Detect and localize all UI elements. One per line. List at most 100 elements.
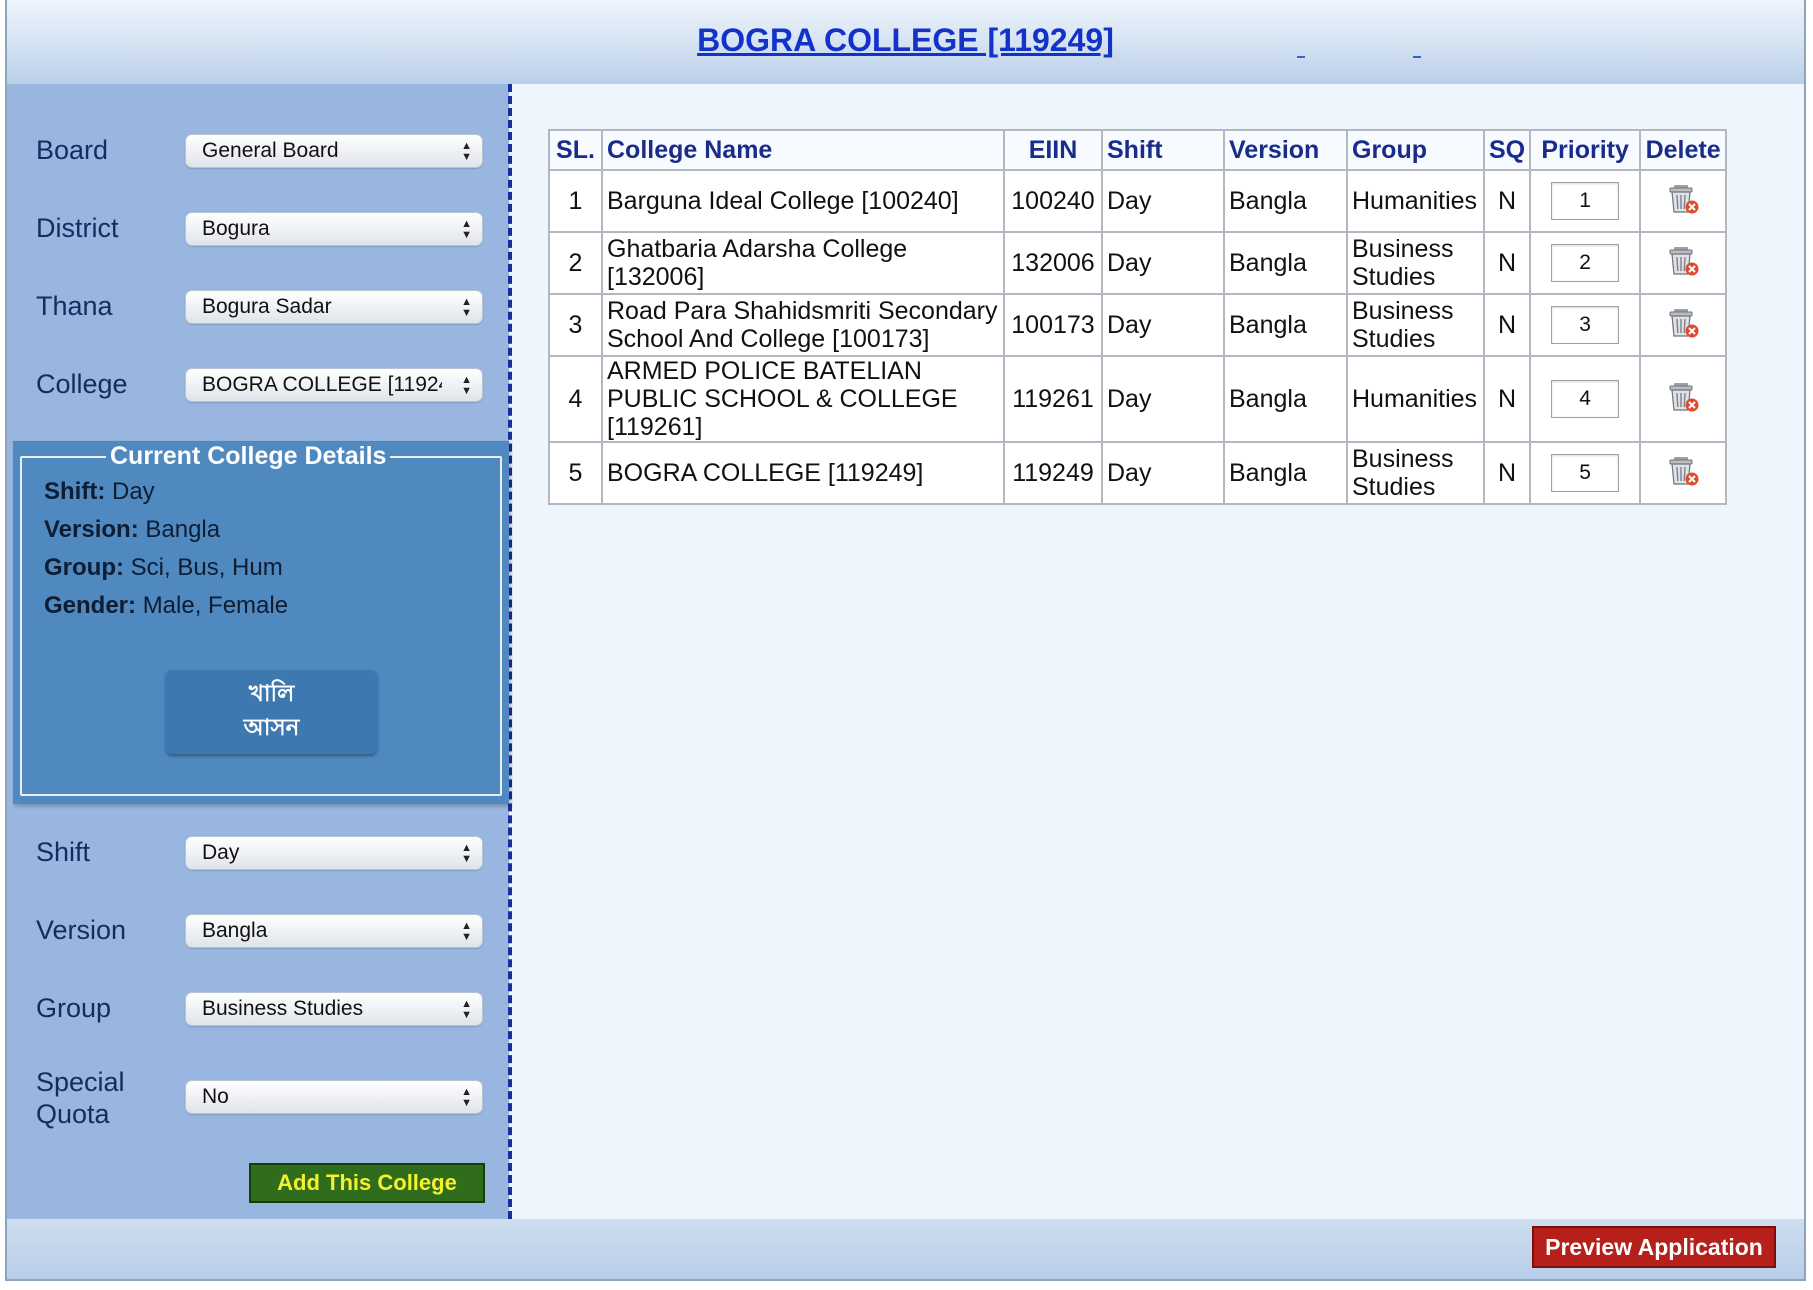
priority-input[interactable]: 3: [1551, 306, 1620, 344]
header-version: Version: [1223, 129, 1348, 171]
board-select-value: General Board: [202, 139, 339, 162]
shift-select[interactable]: Day ▲ ▼: [185, 836, 483, 870]
header-eiin: EIIN: [1003, 129, 1103, 171]
cell-version: Bangla: [1223, 355, 1348, 443]
cell-version: Bangla: [1223, 231, 1348, 295]
special-quota-label-line1: Special: [36, 1067, 125, 1097]
cell-sl: 5: [548, 441, 603, 505]
cell-group: Business Studies: [1346, 441, 1485, 505]
details-fieldset: Current College Details Shift: Day Versi…: [20, 442, 502, 796]
trash-icon[interactable]: [1665, 304, 1701, 340]
special-quota-select[interactable]: No ▲ ▼: [185, 1080, 483, 1114]
version-select-value: Bangla: [202, 919, 268, 942]
page-title[interactable]: BOGRA COLLEGE [119249]: [7, 22, 1804, 59]
priority-input[interactable]: 5: [1551, 454, 1620, 492]
group-label: Group: [36, 993, 112, 1023]
header-group: Group: [1346, 129, 1485, 171]
cell-college-name: BOGRA COLLEGE [119249]: [601, 441, 1005, 505]
trash-icon[interactable]: [1665, 242, 1701, 278]
detail-group-value: Sci, Bus, Hum: [130, 554, 283, 581]
cell-shift: Day: [1101, 169, 1225, 233]
detail-gender-value: Male, Female: [142, 592, 289, 619]
preview-application-button[interactable]: Preview Application: [1532, 1226, 1776, 1268]
cell-delete: [1639, 231, 1728, 295]
cell-eiin: 100240: [1003, 169, 1103, 233]
cell-delete: [1639, 293, 1728, 357]
cell-shift: Day: [1101, 231, 1225, 295]
header-mini-link[interactable]: [1297, 56, 1305, 58]
trash-icon[interactable]: [1665, 452, 1701, 488]
cell-eiin: 100173: [1003, 293, 1103, 357]
header-sq: SQ: [1482, 129, 1532, 171]
cell-group: Humanities: [1346, 169, 1485, 233]
cell-version: Bangla: [1223, 293, 1348, 357]
board-label: Board: [36, 135, 109, 165]
footer-bar: Preview Application: [7, 1219, 1804, 1279]
detail-gender: Gender: Male, Female: [44, 592, 288, 620]
table-header-row: SL. College Name EIIN Shift Version Grou…: [548, 129, 1728, 171]
detail-version-value: Bangla: [145, 516, 221, 543]
cell-college-name: Ghatbaria Adarsha College [132006]: [601, 231, 1005, 295]
detail-version: Version: Bangla: [44, 516, 220, 544]
vacant-seats-line1: খালি: [248, 681, 295, 707]
college-select[interactable]: BOGRA COLLEGE [119249] ▲ ▼: [185, 368, 483, 402]
cell-priority: 4: [1529, 355, 1642, 443]
district-select-value: Bogura: [202, 217, 270, 240]
cell-sl: 2: [548, 231, 603, 295]
detail-group-label: Group:: [44, 554, 124, 581]
table-row: 3 Road Para Shahidsmriti Secondary School…: [548, 293, 1728, 357]
header-sl: SL.: [548, 129, 603, 171]
select-arrows-icon: ▲ ▼: [461, 1086, 472, 1109]
select-arrows-icon: ▲ ▼: [461, 998, 472, 1021]
cell-sl: 4: [548, 355, 603, 443]
special-quota-select-value: No: [202, 1085, 229, 1108]
priority-input[interactable]: 1: [1551, 182, 1620, 220]
cell-eiin: 119249: [1003, 441, 1103, 505]
cell-college-name: ARMED POLICE BATELIAN PUBLIC SCHOOL & CO…: [601, 355, 1005, 443]
choice-list-area: SL. College Name EIIN Shift Version Grou…: [513, 84, 1804, 1219]
priority-input[interactable]: 4: [1551, 380, 1620, 418]
version-select[interactable]: Bangla ▲ ▼: [185, 914, 483, 948]
table-row: 4 ARMED POLICE BATELIAN PUBLIC SCHOOL & C…: [548, 355, 1728, 443]
table-row: 5 BOGRA COLLEGE [119249] 119249 Day Bangla Bu…: [548, 441, 1728, 505]
cell-group: Business Studies: [1346, 293, 1485, 357]
cell-college-name: Barguna Ideal College [100240]: [601, 169, 1005, 233]
college-label: College: [36, 369, 128, 399]
special-quota-label-line2: Quota: [36, 1099, 110, 1129]
cell-group: Humanities: [1346, 355, 1485, 443]
group-select[interactable]: Business Studies ▲ ▼: [185, 992, 483, 1026]
thana-select[interactable]: Bogura Sadar ▲ ▼: [185, 290, 483, 324]
district-label: District: [36, 213, 119, 243]
header-mini-link[interactable]: [1413, 56, 1421, 58]
current-college-details-panel: Current College Details Shift: Day Versi…: [13, 441, 509, 804]
vacant-seats-line2: আসন: [243, 715, 300, 741]
cell-sl: 3: [548, 293, 603, 357]
select-arrows-icon: ▲ ▼: [461, 218, 472, 241]
select-arrows-icon: ▲ ▼: [461, 374, 472, 397]
group-select-value: Business Studies: [202, 997, 364, 1020]
add-college-button[interactable]: Add This College: [249, 1163, 485, 1203]
header-priority: Priority: [1529, 129, 1642, 171]
trash-icon[interactable]: [1665, 378, 1701, 414]
thana-label: Thana: [36, 291, 113, 321]
board-select[interactable]: General Board ▲ ▼: [185, 134, 483, 168]
cell-priority: 2: [1529, 231, 1642, 295]
select-arrows-icon: ▲ ▼: [461, 842, 472, 865]
vacant-seats-button[interactable]: খালি আসন: [166, 670, 377, 754]
cell-sq: N: [1482, 441, 1532, 505]
cell-sq: N: [1482, 355, 1532, 443]
district-select[interactable]: Bogura ▲ ▼: [185, 212, 483, 246]
detail-shift-label: Shift:: [44, 478, 106, 505]
cell-delete: [1639, 169, 1728, 233]
priority-input[interactable]: 2: [1551, 244, 1620, 282]
trash-icon[interactable]: [1665, 180, 1701, 216]
cell-delete: [1639, 355, 1728, 443]
cell-version: Bangla: [1223, 441, 1348, 505]
application-frame: BOGRA COLLEGE [119249] Board General Boa…: [5, 0, 1806, 1281]
header-delete: Delete: [1639, 129, 1728, 171]
cell-sq: N: [1482, 169, 1532, 233]
shift-select-value: Day: [202, 841, 240, 864]
cell-shift: Day: [1101, 441, 1225, 505]
shift-label: Shift: [36, 837, 91, 867]
cell-shift: Day: [1101, 293, 1225, 357]
